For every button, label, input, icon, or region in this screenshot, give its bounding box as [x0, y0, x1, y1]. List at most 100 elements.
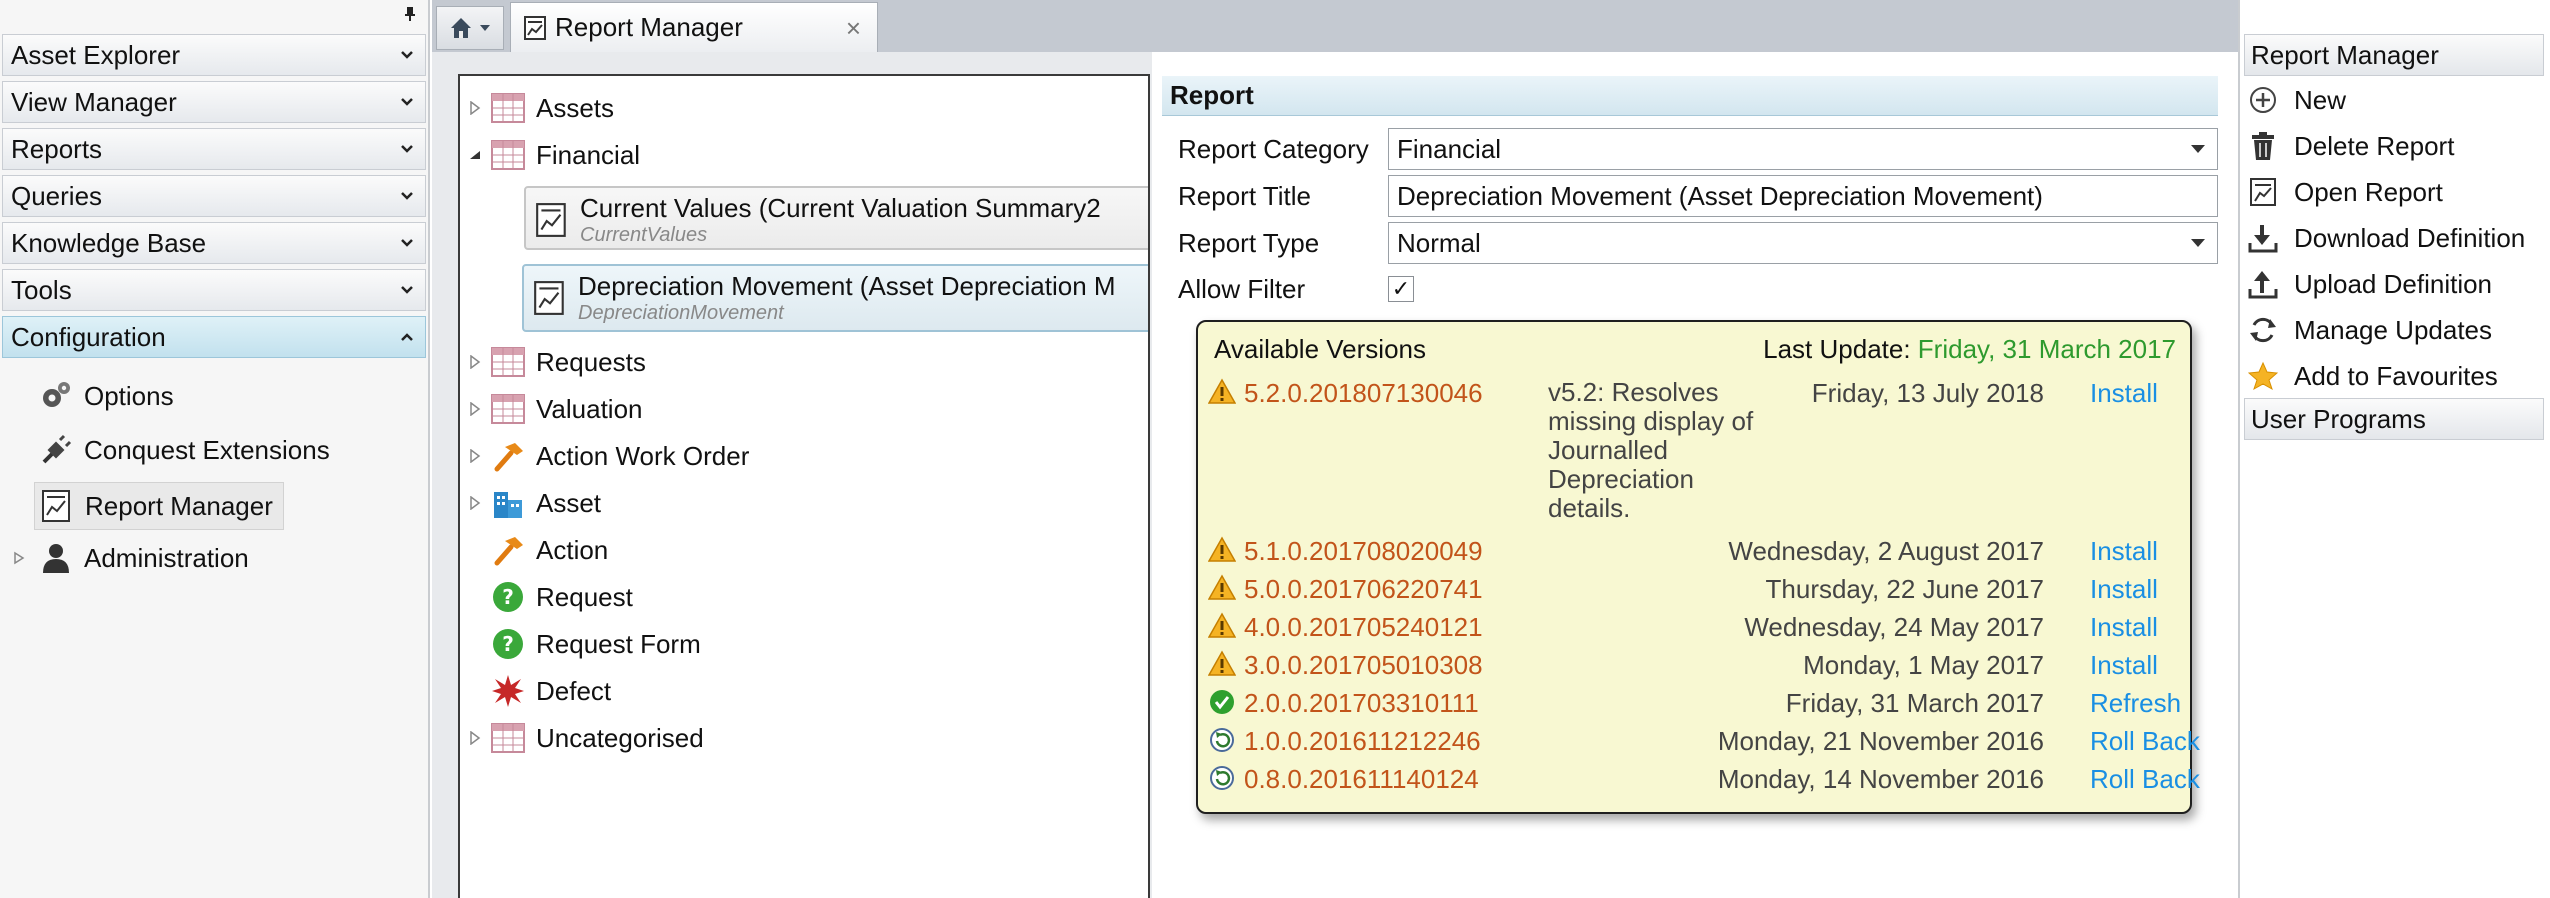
nav-section-label: Reports [11, 133, 103, 164]
action-label: Add to Favourites [2294, 360, 2498, 391]
tree-node-requests[interactable]: Requests [460, 340, 646, 384]
table-icon [490, 344, 526, 380]
question-icon: ? [490, 579, 526, 615]
upload-icon [2246, 267, 2280, 301]
last-update: Last Update: Friday, 31 March 2017 [1763, 334, 2176, 365]
checkmark-icon: ✓ [1391, 276, 1411, 301]
report-icon [536, 203, 566, 237]
chevron-down-icon [401, 239, 413, 247]
version-number: 5.2.0.201807130046 [1244, 378, 1483, 408]
tree-node-valuation[interactable]: Valuation [460, 387, 643, 431]
report-title: Current Values (Current Valuation Summar… [580, 193, 1101, 223]
tree-node-asset[interactable]: Asset [460, 481, 601, 525]
tab-report-manager[interactable]: Report Manager × [510, 2, 878, 52]
chevron-down-icon [401, 192, 413, 200]
tree-node-label: Requests [536, 346, 646, 377]
report-type-select[interactable]: Normal [1388, 222, 2218, 264]
nav-section-asset-explorer[interactable]: Asset Explorer [2, 34, 426, 76]
expand-arrow-icon[interactable] [12, 551, 26, 565]
tree-node-request[interactable]: ? Request [460, 575, 633, 619]
check-icon [1210, 690, 1234, 714]
report-icon [524, 15, 546, 40]
nav-item-conquest-extensions[interactable]: Conquest Extensions [38, 428, 330, 472]
hammer-icon [490, 532, 526, 568]
action-label: Open Report [2294, 176, 2443, 207]
action-delete-report[interactable]: Delete Report [2246, 124, 2454, 168]
panel-header-user-programs[interactable]: User Programs [2244, 398, 2544, 440]
tree-node-request-form[interactable]: ? Request Form [460, 622, 701, 666]
tree-node-defect[interactable]: Defect [460, 669, 611, 713]
close-icon[interactable]: × [846, 13, 861, 44]
expand-arrow-icon[interactable] [460, 101, 490, 115]
tree-node-financial[interactable]: Financial [460, 133, 640, 177]
report-type-value: Normal [1397, 227, 1481, 258]
report-category-select[interactable]: Financial [1388, 128, 2218, 170]
version-row: 2.0.0.201703310111 Friday, 31 March 2017… [1208, 684, 2184, 722]
version-date: Monday, 14 November 2016 [1717, 764, 2044, 794]
version-date: Monday, 1 May 2017 [1803, 650, 2044, 680]
refresh-link[interactable]: Refresh [2090, 688, 2181, 719]
report-category-label: Report Category [1178, 134, 1369, 164]
home-tab[interactable] [436, 6, 504, 50]
version-date: Monday, 21 November 2016 [1717, 726, 2044, 756]
tree-node-label: Assets [536, 92, 615, 123]
report-card-depreciation-movement[interactable]: Depreciation Movement (Asset Depreciatio… [522, 264, 1148, 332]
action-label: Upload Definition [2294, 268, 2493, 299]
nav-section-configuration[interactable]: Configuration [2, 316, 426, 358]
table-icon [490, 391, 526, 427]
action-add-to-favourites[interactable]: Add to Favourites [2246, 354, 2498, 398]
nav-section-reports[interactable]: Reports [2, 128, 426, 170]
roll-back-link[interactable]: Roll Back [2090, 764, 2200, 795]
gears-icon [38, 378, 74, 414]
tree-node-action[interactable]: Action [460, 528, 608, 572]
action-upload-definition[interactable]: Upload Definition [2246, 262, 2492, 306]
tree-node-uncategorised[interactable]: Uncategorised [460, 716, 704, 760]
expand-arrow-icon[interactable] [460, 496, 490, 510]
dropdown-arrow-icon [2191, 145, 2205, 153]
tree-node-label: Financial [536, 139, 641, 170]
expand-arrow-icon[interactable] [460, 402, 490, 416]
install-link[interactable]: Install [2090, 612, 2158, 643]
report-card-current-values[interactable]: Current Values (Current Valuation Summar… [524, 186, 1148, 250]
expand-arrow-icon[interactable] [460, 449, 490, 463]
nav-item-administration[interactable]: Administration [12, 536, 249, 580]
nav-section-label: View Manager [11, 86, 177, 117]
nav-item-report-manager[interactable]: Report Manager [34, 482, 284, 530]
action-download-definition[interactable]: Download Definition [2246, 216, 2525, 260]
tree-node-assets[interactable]: Assets [460, 86, 614, 130]
nav-section-tools[interactable]: Tools [2, 269, 426, 311]
nav-item-label: Report Manager [85, 490, 273, 521]
install-link[interactable]: Install [2090, 574, 2158, 605]
version-date: Friday, 13 July 2018 [1811, 378, 2044, 408]
report-title: Depreciation Movement (Asset Depreciatio… [578, 271, 1116, 301]
action-new[interactable]: New [2246, 78, 2346, 122]
action-label: New [2294, 84, 2347, 115]
home-icon [451, 18, 471, 38]
svg-text:?: ? [502, 585, 514, 609]
nav-item-options[interactable]: Options [38, 374, 174, 418]
question-icon: ? [490, 626, 526, 662]
expand-arrow-icon[interactable] [460, 355, 490, 369]
nav-section-queries[interactable]: Queries [2, 175, 426, 217]
allow-filter-checkbox[interactable]: ✓ [1388, 276, 1414, 302]
tree-node-action-work-order[interactable]: Action Work Order [460, 434, 749, 478]
nav-section-view-manager[interactable]: View Manager [2, 81, 426, 123]
rollback-icon [1210, 728, 1234, 752]
report-code: CurrentValues [580, 224, 708, 246]
pin-icon[interactable] [403, 6, 417, 22]
nav-section-knowledge-base[interactable]: Knowledge Base [2, 222, 426, 264]
report-icon [2246, 175, 2280, 209]
expand-arrow-icon[interactable] [460, 731, 490, 745]
nav-section-label: Queries [11, 180, 103, 211]
tree-node-label: Valuation [536, 393, 643, 424]
install-link[interactable]: Install [2090, 378, 2158, 409]
install-link[interactable]: Install [2090, 536, 2158, 567]
roll-back-link[interactable]: Roll Back [2090, 726, 2200, 757]
action-open-report[interactable]: Open Report [2246, 170, 2443, 214]
report-title-input[interactable]: Depreciation Movement (Asset Depreciatio… [1388, 175, 2218, 217]
collapse-arrow-icon[interactable] [460, 149, 490, 161]
nav-section-label: Configuration [11, 321, 166, 352]
warning-icon [1208, 378, 1236, 404]
install-link[interactable]: Install [2090, 650, 2158, 681]
action-manage-updates[interactable]: Manage Updates [2246, 308, 2492, 352]
